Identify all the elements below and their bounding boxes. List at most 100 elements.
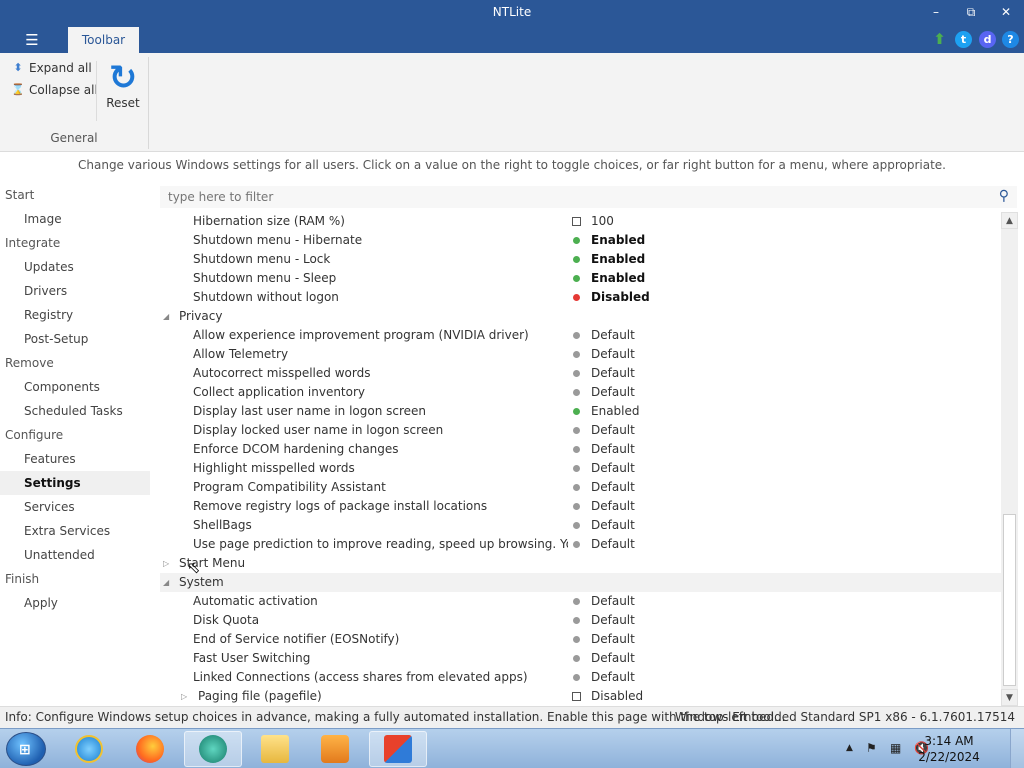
setting-value[interactable]: Disabled	[591, 687, 643, 706]
sidebar-item-configure[interactable]: Configure	[0, 423, 150, 447]
setting-value[interactable]: Default	[591, 383, 635, 402]
setting-row[interactable]: Shutdown menu - Lock Enabled	[160, 250, 1001, 269]
setting-row[interactable]: Remove registry logs of package install …	[160, 497, 1001, 516]
setting-value[interactable]: Default	[591, 478, 635, 497]
search-icon[interactable]: ⚲	[999, 188, 1009, 204]
reset-button[interactable]: ↻ Reset	[104, 60, 142, 110]
collapse-all-button[interactable]: ⌛ Collapse all	[11, 83, 98, 97]
setting-row[interactable]: ShellBags Default	[160, 516, 1001, 535]
sidebar-item-extra-services[interactable]: Extra Services	[0, 519, 150, 543]
collapsed-arrow-icon[interactable]: ▷	[181, 687, 187, 706]
vertical-scrollbar[interactable]: ▲ ▼	[1001, 212, 1018, 706]
sidebar-item-updates[interactable]: Updates	[0, 255, 150, 279]
setting-value[interactable]: Default	[591, 649, 635, 668]
show-desktop-button[interactable]	[1010, 729, 1024, 768]
expanded-arrow-icon[interactable]: ◢	[163, 573, 169, 592]
setting-value[interactable]: Default	[591, 440, 635, 459]
setting-value[interactable]: Default	[591, 592, 635, 611]
sidebar-item-image[interactable]: Image	[0, 207, 150, 231]
internet-explorer-icon[interactable]	[60, 731, 118, 767]
discord-icon[interactable]: d	[979, 31, 996, 48]
action-center-flag-icon[interactable]: ⚑	[866, 741, 877, 755]
filter-input[interactable]	[160, 186, 980, 208]
setting-row[interactable]: Display last user name in logon screen En…	[160, 402, 1001, 421]
setting-value[interactable]: Enabled	[591, 231, 645, 250]
setting-value[interactable]: Enabled	[591, 402, 640, 421]
setting-value[interactable]: Default	[591, 345, 635, 364]
setting-value[interactable]: Default	[591, 630, 635, 649]
app-icon[interactable]	[184, 731, 242, 767]
setting-value[interactable]: Enabled	[591, 269, 645, 288]
setting-value[interactable]: Default	[591, 535, 635, 554]
sidebar-item-apply[interactable]: Apply	[0, 591, 150, 615]
setting-value[interactable]: Default	[591, 421, 635, 440]
setting-value[interactable]: Default	[591, 459, 635, 478]
collapsed-arrow-icon[interactable]: ▷	[163, 554, 169, 573]
sidebar-item-integrate[interactable]: Integrate	[0, 231, 150, 255]
expand-all-button[interactable]: ⬍ Expand all	[11, 61, 91, 75]
file-explorer-icon[interactable]	[246, 731, 304, 767]
media-player-icon[interactable]	[306, 731, 364, 767]
twitter-icon[interactable]: t	[955, 31, 972, 48]
setting-value[interactable]: Default	[591, 516, 635, 535]
tree-group-row[interactable]: ◢ System	[160, 573, 1001, 592]
clock[interactable]: 3:14 AM 2/22/2024	[914, 733, 984, 765]
sidebar-item-components[interactable]: Components	[0, 375, 150, 399]
scroll-down-arrow-icon[interactable]: ▼	[1001, 689, 1018, 706]
setting-row[interactable]: Hibernation size (RAM %) 100	[160, 212, 1001, 231]
scroll-thumb[interactable]	[1003, 514, 1016, 686]
tree-group-row[interactable]: ◢ Privacy	[160, 307, 1001, 326]
setting-row[interactable]: Shutdown menu - Hibernate Enabled	[160, 231, 1001, 250]
setting-row[interactable]: Linked Connections (access shares from e…	[160, 668, 1001, 687]
start-button[interactable]: ⊞	[6, 732, 46, 766]
setting-row[interactable]: Allow Telemetry Default	[160, 345, 1001, 364]
scroll-up-arrow-icon[interactable]: ▲	[1001, 212, 1018, 229]
sidebar-item-post-setup[interactable]: Post-Setup	[0, 327, 150, 351]
help-icon[interactable]: ?	[1002, 31, 1019, 48]
tree-group-row[interactable]: ▷ Start Menu	[160, 554, 1001, 573]
sidebar-item-registry[interactable]: Registry	[0, 303, 150, 327]
setting-row[interactable]: Display locked user name in logon screen…	[160, 421, 1001, 440]
setting-value[interactable]: Default	[591, 326, 635, 345]
setting-value[interactable]: Default	[591, 497, 635, 516]
sidebar-item-unattended[interactable]: Unattended	[0, 543, 150, 567]
tree-group-row[interactable]: ▷ Paging file (pagefile) Disabled	[160, 687, 1001, 706]
sidebar-item-services[interactable]: Services	[0, 495, 150, 519]
setting-row[interactable]: Program Compatibility Assistant Default	[160, 478, 1001, 497]
sidebar-item-scheduled-tasks[interactable]: Scheduled Tasks	[0, 399, 150, 423]
sidebar-item-remove[interactable]: Remove	[0, 351, 150, 375]
setting-row[interactable]: Use page prediction to improve reading, …	[160, 535, 1001, 554]
setting-row[interactable]: Highlight misspelled words Default	[160, 459, 1001, 478]
hamburger-menu-icon[interactable]: ☰	[20, 31, 44, 49]
sidebar-item-start[interactable]: Start	[0, 183, 150, 207]
sidebar-item-drivers[interactable]: Drivers	[0, 279, 150, 303]
setting-row[interactable]: Automatic activation Default	[160, 592, 1001, 611]
setting-row[interactable]: Collect application inventory Default	[160, 383, 1001, 402]
firefox-icon[interactable]	[121, 731, 179, 767]
tab-toolbar[interactable]: Toolbar	[68, 27, 139, 53]
setting-row[interactable]: Disk Quota Default	[160, 611, 1001, 630]
setting-value[interactable]: Default	[591, 611, 635, 630]
tray-expand-icon[interactable]: ▲	[846, 743, 853, 753]
sidebar-item-finish[interactable]: Finish	[0, 567, 150, 591]
setting-row[interactable]: Enforce DCOM hardening changes Default	[160, 440, 1001, 459]
setting-row[interactable]: Allow experience improvement program (NV…	[160, 326, 1001, 345]
setting-value[interactable]: Enabled	[591, 250, 645, 269]
minimize-icon[interactable]: –	[921, 2, 951, 22]
sidebar-item-features[interactable]: Features	[0, 447, 150, 471]
setting-row[interactable]: Autocorrect misspelled words Default	[160, 364, 1001, 383]
setting-value[interactable]: Default	[591, 364, 635, 383]
setting-row[interactable]: Shutdown menu - Sleep Enabled	[160, 269, 1001, 288]
expanded-arrow-icon[interactable]: ◢	[163, 307, 169, 326]
close-icon[interactable]: ✕	[991, 2, 1021, 22]
setting-value[interactable]: Default	[591, 668, 635, 687]
setting-value[interactable]: 100	[591, 212, 614, 231]
setting-row[interactable]: Fast User Switching Default	[160, 649, 1001, 668]
setting-row[interactable]: End of Service notifier (EOSNotify) Defau…	[160, 630, 1001, 649]
update-arrow-icon[interactable]: ⬆	[931, 31, 948, 48]
setting-row[interactable]: Shutdown without logon Disabled	[160, 288, 1001, 307]
network-icon[interactable]: ▦	[890, 741, 901, 755]
setting-value[interactable]: Disabled	[591, 288, 650, 307]
restore-icon[interactable]: ⧉	[956, 2, 986, 22]
ntlite-icon[interactable]	[369, 731, 427, 767]
